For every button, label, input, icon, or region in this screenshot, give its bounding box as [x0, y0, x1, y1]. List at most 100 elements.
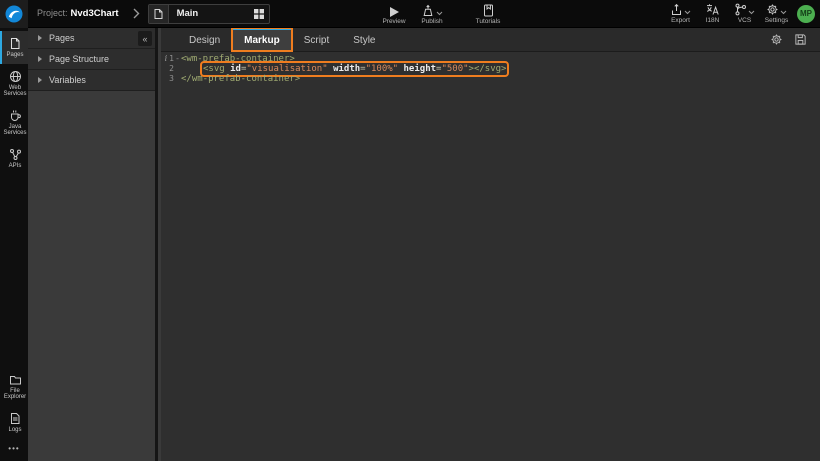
project-name: Project:Nvd3Chart	[37, 8, 119, 19]
gutter-line-1: i1	[161, 54, 174, 64]
panel-collapse-button[interactable]: «	[138, 31, 152, 46]
code-token: "100%"	[366, 64, 399, 74]
publish-label: Publish	[421, 18, 442, 25]
page-file-icon	[149, 5, 169, 23]
panel-section-page-structure-label: Page Structure	[49, 54, 109, 64]
settings-gear-icon	[766, 3, 779, 16]
page-switcher-grid-icon[interactable]	[249, 9, 269, 19]
rail-item-pages[interactable]: Pages	[0, 31, 28, 64]
tab-style[interactable]: Style	[341, 28, 387, 51]
editor-area: Design Markup Script Style	[161, 28, 820, 461]
left-panel: Pages « Page Structure Variables	[28, 28, 158, 461]
tab-script[interactable]: Script	[292, 28, 342, 51]
export-button[interactable]: Export	[666, 0, 695, 28]
code-text: <svg id="visualisation" width="100%" hei…	[181, 64, 506, 74]
vcs-button[interactable]: VCS	[730, 0, 759, 28]
rail-label-java-services: Java Services	[2, 124, 28, 137]
app-logo[interactable]	[0, 0, 28, 28]
editor-tabbar: Design Markup Script Style	[161, 28, 820, 52]
code-token: "visualisation"	[246, 64, 327, 74]
save-icon[interactable]	[794, 33, 807, 46]
code-line-1[interactable]: i1-<wm-prefab-container>	[161, 54, 820, 64]
rail-item-java-services[interactable]: Java Services	[0, 103, 28, 142]
code-editor[interactable]: i1-<wm-prefab-container> 2 <svg id="visua…	[161, 52, 820, 461]
tutorials-label: Tutorials	[476, 18, 501, 25]
markup-settings-gear-icon[interactable]	[770, 33, 783, 46]
code-line-2[interactable]: 2 <svg id="visualisation" width="100%" he…	[161, 64, 820, 74]
publish-deploy-icon	[421, 4, 435, 17]
java-services-coffee-icon	[9, 109, 22, 122]
publish-dropdown-chevron-icon	[436, 11, 443, 16]
rail-label-apis: APIs	[9, 163, 22, 170]
export-icon	[670, 3, 683, 16]
logs-document-icon	[9, 412, 21, 425]
preview-play-icon	[390, 4, 399, 17]
i18n-label: I18N	[706, 17, 720, 24]
top-header: Project:Nvd3Chart Main Preview	[0, 0, 820, 28]
gutter-line-3: 3	[161, 74, 174, 84]
i18n-translate-icon	[706, 3, 719, 16]
page-nav-chevron-icon[interactable]	[133, 8, 140, 19]
code-text: <wm-prefab-container>	[181, 54, 295, 64]
code-line-3[interactable]: 3 </wm-prefab-container>	[161, 74, 820, 84]
code-token: <wm-prefab-container>	[181, 54, 295, 64]
code-text: </wm-prefab-container>	[181, 74, 300, 84]
export-dropdown-chevron-icon	[684, 10, 691, 15]
rail-label-pages: Pages	[6, 52, 23, 59]
rail-spacer	[0, 174, 28, 368]
project-label: Project:	[37, 8, 68, 18]
panel-section-pages-label: Pages	[49, 33, 75, 43]
rail-item-web-services[interactable]: Web Services	[0, 64, 28, 103]
file-explorer-folder-icon	[9, 374, 22, 386]
open-page-tab-label: Main	[169, 8, 249, 19]
header-center-actions: Preview Publish	[376, 0, 510, 28]
line-number: 2	[169, 64, 174, 74]
annotation-highlight-box: <svg id="visualisation" width="100%" hei…	[203, 64, 506, 74]
panel-section-pages[interactable]: Pages «	[28, 28, 155, 49]
left-icon-rail: Pages Web Services Java Services	[0, 28, 28, 461]
header-right-actions: Export I18N	[666, 0, 820, 28]
pages-file-icon	[9, 37, 21, 50]
tutorials-doc-icon	[483, 4, 494, 17]
rail-label-file-explorer: File Explorer	[2, 388, 28, 401]
vcs-branch-icon	[734, 3, 747, 16]
user-avatar[interactable]: MP	[797, 5, 815, 23]
settings-button[interactable]: Settings	[762, 0, 791, 28]
lint-info-icon: i	[165, 54, 168, 64]
publish-button[interactable]: Publish	[412, 0, 452, 28]
fold-marker-icon[interactable]: -	[174, 54, 181, 64]
code-token: ></svg>	[469, 64, 507, 74]
code-token: width	[333, 64, 360, 74]
rail-label-web-services: Web Services	[2, 85, 28, 98]
apis-connector-icon	[9, 148, 22, 161]
rail-item-logs[interactable]: Logs	[0, 406, 28, 439]
code-token: </wm-prefab-container>	[181, 74, 300, 84]
open-page-tab[interactable]: Main	[148, 4, 270, 24]
rail-more-button[interactable]: •••	[0, 438, 28, 461]
expand-triangle-icon	[38, 77, 42, 83]
project-name-value: Nvd3Chart	[71, 8, 119, 19]
settings-dropdown-chevron-icon	[780, 10, 787, 15]
tabbar-icons	[770, 28, 820, 51]
tutorials-button[interactable]: Tutorials	[466, 0, 510, 28]
i18n-button[interactable]: I18N	[698, 0, 727, 28]
rail-label-logs: Logs	[8, 427, 21, 434]
code-token: "500"	[441, 64, 468, 74]
code-token: <svg	[203, 64, 230, 74]
preview-label: Preview	[382, 18, 405, 25]
panel-section-page-structure[interactable]: Page Structure	[28, 49, 155, 70]
settings-label: Settings	[765, 17, 789, 24]
tab-design[interactable]: Design	[177, 28, 232, 51]
export-label: Export	[671, 17, 690, 24]
vcs-dropdown-chevron-icon	[748, 10, 755, 15]
tab-markup[interactable]: Markup	[232, 28, 292, 51]
rail-item-apis[interactable]: APIs	[0, 142, 28, 175]
panel-section-variables[interactable]: Variables	[28, 70, 155, 91]
code-token: id	[230, 64, 241, 74]
expand-triangle-icon	[38, 56, 42, 62]
web-services-globe-icon	[9, 70, 22, 83]
panel-section-variables-label: Variables	[49, 75, 86, 85]
expand-triangle-icon	[38, 35, 42, 41]
rail-item-file-explorer[interactable]: File Explorer	[0, 368, 28, 406]
preview-button[interactable]: Preview	[376, 0, 412, 28]
